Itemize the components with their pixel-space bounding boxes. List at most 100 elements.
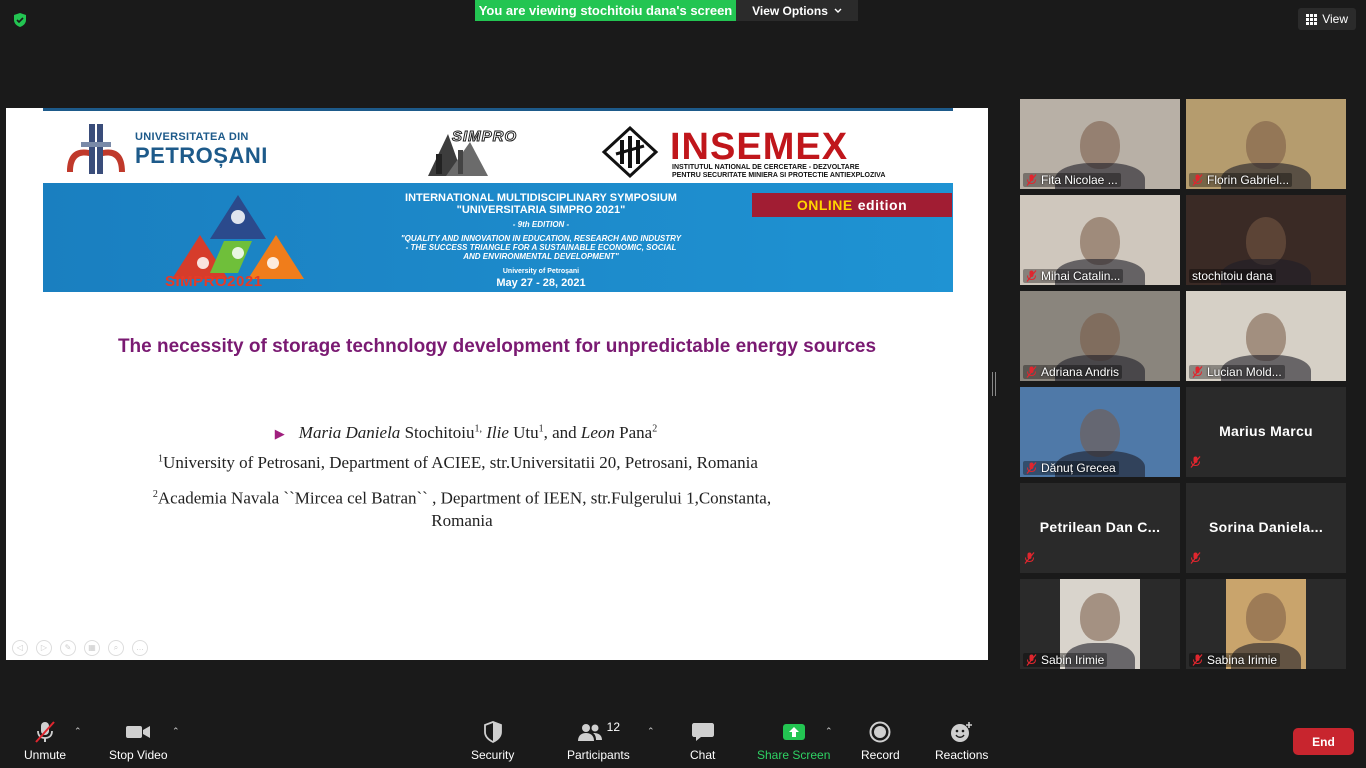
insemex-subtitle-line1: INSTITUTUL NATIONAL DE CERCETARE - DEZVO…: [672, 164, 860, 171]
share-options-caret-icon[interactable]: ⌃: [825, 726, 833, 737]
chevron-down-icon: [834, 8, 842, 13]
audio-options-caret-icon[interactable]: ⌃: [74, 726, 82, 737]
next-slide-icon[interactable]: ▷: [36, 640, 52, 656]
record-label: Record: [861, 748, 900, 762]
chat-button[interactable]: Chat: [690, 718, 715, 762]
author3-family: Pana: [619, 423, 653, 442]
insemex-subtitle-line2: PENTRU SECURITATE MINIERA SI PROTECTIE A…: [672, 172, 886, 179]
mic-muted-icon: [1026, 462, 1037, 474]
gallery-view-button[interactable]: View: [1298, 8, 1356, 30]
participant-silhouette: [1246, 121, 1286, 169]
participant-tile[interactable]: Florin Gabriel...: [1186, 99, 1346, 189]
affiliation-2: 2Academia Navala ``Mircea cel Batran`` ,…: [122, 484, 802, 532]
participant-name: Dănuț Grecea: [1041, 461, 1116, 475]
viewing-screen-label: You are viewing stochitoiu dana's screen: [475, 0, 736, 21]
unmute-button[interactable]: Unmute: [24, 718, 66, 762]
participant-name: Marius Marcu: [1219, 423, 1313, 439]
chat-label: Chat: [690, 748, 716, 762]
shield-icon: [483, 721, 502, 744]
participant-silhouette: [1080, 593, 1120, 641]
participant-caption: Lucian Mold...: [1189, 365, 1285, 379]
mic-muted-icon: [1026, 366, 1037, 378]
university-name-line2: PETROȘANI: [135, 143, 268, 168]
bullet-arrow-icon: ▶: [274, 426, 285, 441]
reactions-button[interactable]: Reactions: [935, 718, 988, 762]
grid-icon: [1306, 13, 1318, 25]
symposium-banner: SIMPRO2021 INTERNATIONAL MULTIDISCIPLINA…: [43, 183, 953, 292]
participants-icon: [577, 724, 602, 741]
video-options-caret-icon[interactable]: ⌃: [172, 726, 180, 737]
symposium-text: INTERNATIONAL MULTIDISCIPLINARY SYMPOSIU…: [331, 192, 751, 289]
participant-tile[interactable]: Mihai Catalin...: [1020, 195, 1180, 285]
participant-silhouette: [1080, 121, 1120, 169]
mic-muted-icon: [1026, 174, 1037, 186]
reactions-smiley-icon: [950, 722, 972, 742]
mic-muted-icon: [1192, 366, 1203, 378]
slides-icon[interactable]: ▦: [84, 640, 100, 656]
prev-slide-icon[interactable]: ◁: [12, 640, 28, 656]
view-options-label: View Options: [752, 3, 828, 18]
panel-resize-handle[interactable]: [992, 372, 996, 396]
author3-sup: 2: [652, 423, 658, 435]
share-screen-button[interactable]: Share Screen: [757, 718, 830, 762]
participant-tile[interactable]: stochitoiu dana: [1186, 195, 1346, 285]
participants-label: Participants: [567, 748, 630, 762]
stop-video-label: Stop Video: [109, 748, 168, 762]
participant-tile[interactable]: Dănuț Grecea: [1020, 387, 1180, 477]
more-icon[interactable]: …: [132, 640, 148, 656]
zoom-icon[interactable]: ⌕: [108, 640, 124, 656]
participant-caption: Adriana Andris: [1023, 365, 1123, 379]
stop-video-button[interactable]: Stop Video: [109, 718, 168, 762]
participant-tile[interactable]: Marius Marcu: [1186, 387, 1346, 477]
participants-caret-icon[interactable]: ⌃: [647, 726, 655, 737]
participant-tile[interactable]: Petrilean Dan C...: [1020, 483, 1180, 573]
view-label: View: [1322, 12, 1348, 26]
insemex-title: INSEMEX: [670, 126, 849, 168]
security-shield-icon[interactable]: [12, 12, 28, 28]
participant-name: Petrilean Dan C...: [1039, 519, 1161, 535]
paper-title: The necessity of storage technology deve…: [117, 336, 877, 357]
symposium-host: University of Petroșani: [502, 268, 580, 275]
participant-caption: Fita Nicolae ...: [1023, 173, 1121, 187]
participant-caption: stochitoiu dana: [1189, 269, 1276, 283]
participant-silhouette: [1246, 593, 1286, 641]
participants-button[interactable]: 12 Participants: [567, 718, 630, 762]
theme-line2: - THE SUCCESS TRIANGLE FOR A SUSTAINABLE…: [405, 243, 677, 252]
aff2-text: Academia Navala ``Mircea cel Batran`` , …: [157, 488, 772, 530]
security-button[interactable]: Security: [471, 718, 514, 762]
participant-tile[interactable]: Sorina Daniela...: [1186, 483, 1346, 573]
participant-tile[interactable]: Lucian Mold...: [1186, 291, 1346, 381]
shared-screen-slide: UNIVERSITATEA DIN PETROȘANI SIMPRO INSEM…: [6, 108, 988, 660]
university-name-line1: UNIVERSITATEA DIN: [135, 131, 249, 143]
participant-name: Sabin Irimie: [1041, 653, 1105, 667]
symposium-dates: May 27 - 28, 2021: [496, 277, 586, 289]
simpro2021-label: SIMPRO2021: [165, 273, 263, 290]
video-camera-icon: [126, 726, 151, 738]
participant-tile[interactable]: Adriana Andris: [1020, 291, 1180, 381]
participant-tile[interactable]: Sabina Irimie: [1186, 579, 1346, 669]
symposium-line2: "UNIVERSITARIA SIMPRO 2021": [456, 204, 626, 216]
pen-icon[interactable]: ✎: [60, 640, 76, 656]
chat-bubble-icon: [691, 723, 714, 741]
participant-tile[interactable]: Fita Nicolae ...: [1020, 99, 1180, 189]
participant-name: Adriana Andris: [1041, 365, 1120, 379]
end-meeting-button[interactable]: End: [1293, 728, 1354, 755]
share-screen-label: Share Screen: [757, 748, 831, 762]
mic-muted-icon: [35, 721, 55, 743]
affiliation-1: 1University of Petrosani, Department of …: [6, 453, 910, 473]
mic-muted-icon: [1192, 654, 1203, 666]
author1-given: Maria Daniela: [298, 423, 401, 442]
meeting-toolbar: Unmute ⌃ Stop Video ⌃ Security 12 Partic…: [0, 712, 1366, 768]
participant-mic-status: [1190, 551, 1201, 569]
participant-caption: Sabin Irimie: [1023, 653, 1108, 667]
insemex-emblem-icon: [601, 125, 659, 179]
participant-mic-status: [1024, 551, 1035, 569]
participant-mic-status: [1190, 455, 1201, 473]
record-button[interactable]: Record: [861, 718, 900, 762]
university-logo: UNIVERSITATEA DIN PETROȘANI: [63, 122, 268, 178]
participant-tile[interactable]: Sabin Irimie: [1020, 579, 1180, 669]
symposium-edition: - 9th EDITION -: [512, 220, 570, 229]
view-options-button[interactable]: View Options: [736, 0, 858, 21]
symposium-theme: "QUALITY AND INNOVATION IN EDUCATION, RE…: [331, 234, 751, 261]
mic-muted-icon: [1026, 270, 1037, 282]
